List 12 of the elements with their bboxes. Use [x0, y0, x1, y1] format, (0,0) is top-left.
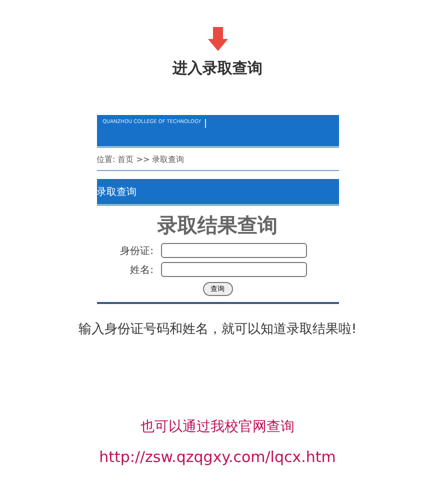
field-label: 身份证: — [119, 244, 154, 258]
section-title: 录取查询 — [96, 186, 136, 198]
heading: 进入录取查询 — [172, 59, 262, 78]
arrow-down-icon — [208, 27, 228, 51]
form-title: 录取结果查询 — [156, 212, 278, 239]
input-field[interactable] — [160, 262, 306, 277]
input-field[interactable] — [160, 243, 306, 258]
breadcrumb: 位置: 首页 >> 录取查询 — [96, 154, 184, 164]
note: 也可以通过我校官网查询 — [140, 418, 294, 436]
website-link[interactable]: http://zsw.qzqgxy.com/lqcx.htm — [99, 448, 336, 466]
field-label: 姓名: — [129, 264, 154, 276]
caption: 输入身份证号码和姓名，就可以知道录取结果啦! — [78, 321, 357, 338]
